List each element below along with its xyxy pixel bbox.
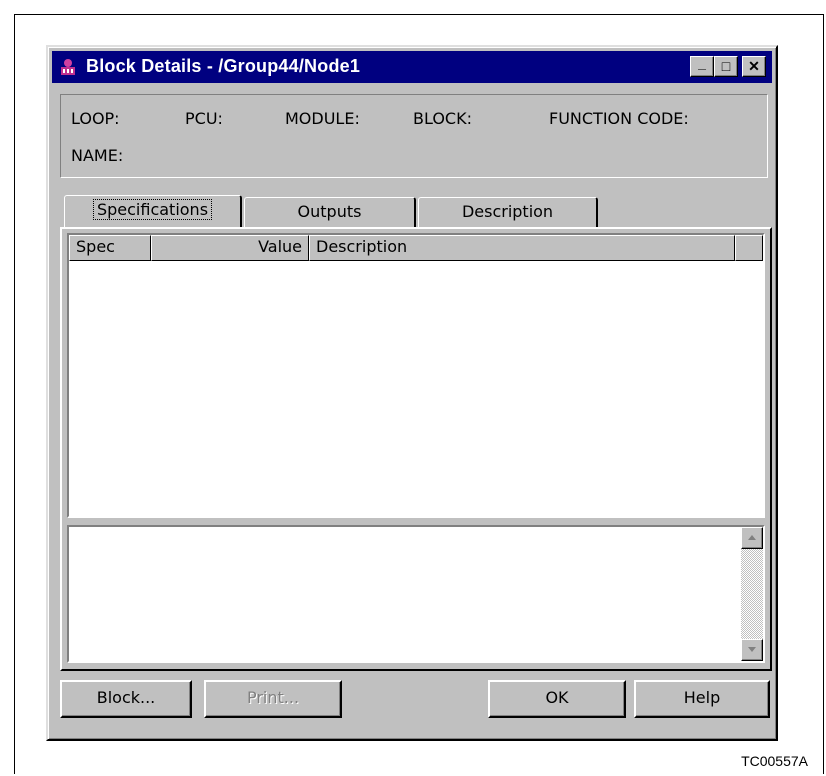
scroll-down-button[interactable]	[741, 639, 763, 661]
column-header-spec[interactable]: Spec	[69, 235, 151, 261]
tab-description[interactable]: Description	[418, 197, 598, 229]
description-textbox[interactable]	[67, 525, 765, 663]
vertical-scrollbar[interactable]	[741, 527, 763, 661]
column-header-description[interactable]: Description	[309, 235, 735, 261]
pcu-label: PCU:	[185, 109, 223, 128]
block-button[interactable]: Block...	[60, 680, 192, 718]
function-code-label: FUNCTION CODE:	[549, 109, 689, 128]
name-label: NAME:	[71, 146, 124, 165]
maximize-button[interactable]: □	[714, 56, 738, 77]
close-icon: ✕	[748, 58, 760, 74]
scroll-up-arrow-icon	[748, 535, 756, 540]
block-label: BLOCK:	[413, 109, 472, 128]
title-bar[interactable]: Block Details - /Group44/Node1 _ □ ✕	[52, 51, 772, 83]
tab-outputs[interactable]: Outputs	[244, 197, 416, 229]
tab-specifications[interactable]: Specifications	[64, 195, 242, 229]
loop-label: LOOP:	[71, 109, 120, 128]
close-button[interactable]: ✕	[742, 56, 766, 77]
block-details-window: Block Details - /Group44/Node1 _ □ ✕ LOO…	[46, 45, 778, 741]
specifications-panel: Spec Value Description	[60, 227, 772, 671]
tab-label: Outputs	[297, 202, 362, 221]
tab-label: Specifications	[92, 199, 213, 220]
app-icon	[61, 59, 75, 75]
print-button[interactable]: Print...	[204, 680, 342, 718]
module-label: MODULE:	[285, 109, 360, 128]
figure-id-label: TC00557A	[741, 753, 808, 769]
scroll-down-arrow-icon	[748, 647, 756, 652]
scroll-up-button[interactable]	[741, 527, 763, 549]
ok-button[interactable]: OK	[488, 680, 626, 718]
window-title: Block Details - /Group44/Node1	[86, 56, 361, 76]
maximize-icon: □	[721, 58, 731, 74]
minimize-icon: _	[698, 55, 706, 71]
tab-label: Description	[461, 202, 554, 221]
column-header-value[interactable]: Value	[151, 235, 309, 261]
specifications-list[interactable]: Spec Value Description	[67, 233, 765, 518]
block-info-panel: LOOP: PCU: MODULE: BLOCK: FUNCTION CODE:…	[60, 94, 768, 178]
help-button[interactable]: Help	[634, 680, 770, 718]
minimize-button[interactable]: _	[690, 55, 714, 77]
column-header-extra[interactable]	[735, 235, 763, 261]
